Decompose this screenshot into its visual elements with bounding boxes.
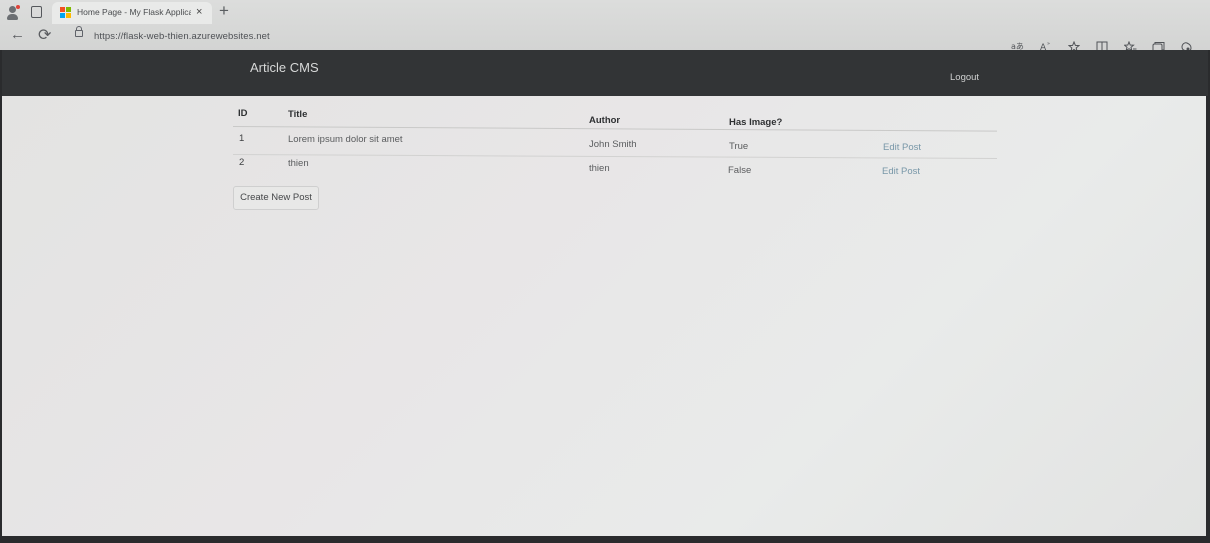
favicon-square-blue bbox=[60, 13, 65, 18]
new-tab-button[interactable]: + bbox=[219, 1, 229, 21]
row-title: Lorem ipsum dolor sit amet bbox=[288, 134, 403, 145]
site-navbar: Article CMS Logout bbox=[2, 50, 1208, 96]
browser-toolbar: ← ⟳ https://flask-web-thien.azurewebsite… bbox=[0, 24, 1210, 53]
row-has-image: False bbox=[728, 165, 752, 176]
profile-notification-dot bbox=[16, 5, 20, 9]
row-author: John Smith bbox=[589, 139, 637, 150]
header-divider bbox=[232, 126, 997, 132]
profile-head bbox=[9, 6, 16, 13]
header-title: Title bbox=[288, 109, 308, 120]
logout-link[interactable]: Logout bbox=[950, 72, 979, 83]
tab-title: Home Page - My Flask Applicati bbox=[77, 7, 191, 17]
profile-icon[interactable] bbox=[6, 5, 20, 21]
row-title: thien bbox=[288, 158, 309, 169]
row-id: 2 bbox=[239, 157, 245, 168]
edit-post-link[interactable]: Edit Post bbox=[883, 142, 921, 153]
browser-chrome: Home Page - My Flask Applicati × + ← ⟳ h… bbox=[0, 0, 1210, 53]
row-id: 1 bbox=[239, 133, 245, 144]
back-icon[interactable]: ← bbox=[10, 26, 25, 43]
svg-text:»: » bbox=[1047, 41, 1050, 47]
header-author: Author bbox=[589, 115, 621, 126]
page-content: ID Title Author Has Image? 1 Lorem ipsum… bbox=[2, 96, 1206, 536]
browser-tab[interactable]: Home Page - My Flask Applicati × bbox=[52, 2, 212, 24]
row-author: thien bbox=[589, 163, 610, 174]
profile-body bbox=[7, 14, 18, 20]
tab-actions-icon[interactable] bbox=[31, 6, 42, 18]
favicon-square-red bbox=[60, 7, 65, 12]
row-divider bbox=[232, 154, 997, 160]
favicon-square-yellow bbox=[66, 13, 71, 18]
row-has-image: True bbox=[729, 141, 749, 152]
create-new-post-button[interactable]: Create New Post bbox=[233, 186, 319, 210]
edit-post-link[interactable]: Edit Post bbox=[882, 166, 920, 177]
favicon-square-green bbox=[66, 7, 71, 12]
lock-icon[interactable] bbox=[75, 26, 83, 37]
tab-close-icon[interactable]: × bbox=[196, 6, 202, 18]
address-bar[interactable]: https://flask-web-thien.azurewebsites.ne… bbox=[94, 31, 270, 42]
tab-strip: Home Page - My Flask Applicati × + bbox=[0, 0, 1210, 24]
favicon-icon bbox=[60, 7, 71, 18]
header-id: ID bbox=[238, 108, 248, 119]
header-has-image: Has Image? bbox=[729, 117, 783, 128]
brand-link[interactable]: Article CMS bbox=[250, 60, 319, 75]
refresh-icon[interactable]: ⟳ bbox=[38, 25, 51, 45]
